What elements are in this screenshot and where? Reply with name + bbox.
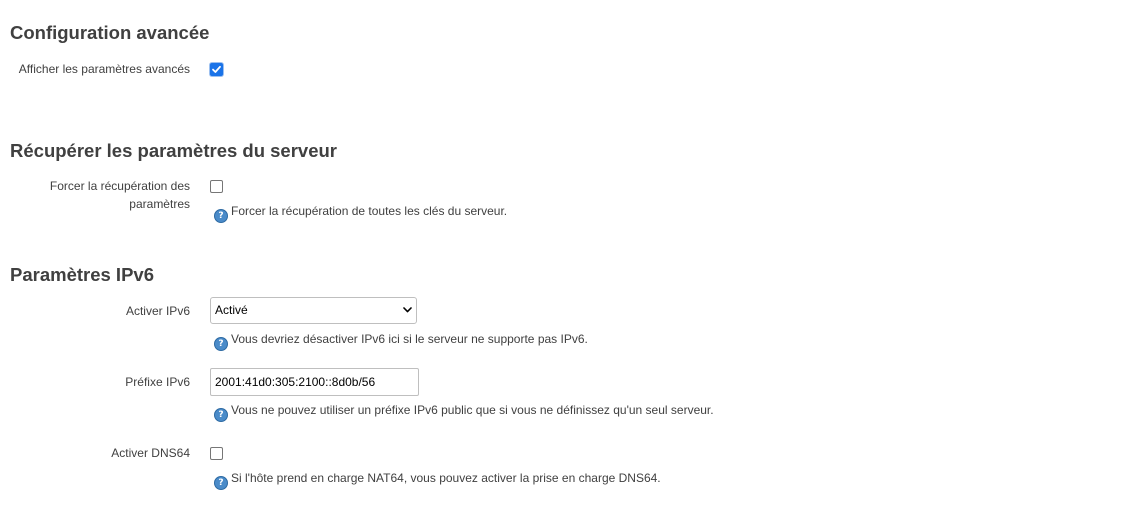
section-title-advanced: Configuration avancée [10,22,210,43]
enable-dns64-label: Activer DNS64 [111,446,190,460]
ipv6-prefix-help: ? Vous ne pouvez utiliser un préfixe IPv6… [214,402,714,422]
force-fetch-label: Forcer la récupération des paramètres [49,179,190,211]
enable-ipv6-select[interactable]: Activé [210,297,417,324]
help-icon: ? [214,209,228,223]
check-icon [212,65,221,73]
help-icon: ? [214,408,228,422]
force-fetch-help-text: Forcer la récupération de toutes les clé… [231,204,508,218]
enable-dns64-help-text: Si l'hôte prend en charge NAT64, vous po… [231,471,661,485]
chevron-down-icon [403,307,412,313]
help-icon: ? [214,337,228,351]
show-advanced-checkbox[interactable] [210,63,223,76]
ipv6-prefix-label: Préfixe IPv6 [125,375,190,389]
enable-ipv6-help: ? Vous devriez désactiver IPv6 ici si le … [214,331,588,351]
enable-dns64-checkbox[interactable] [210,447,223,460]
ipv6-prefix-input[interactable] [210,368,419,396]
section-title-server: Récupérer les paramètres du serveur [10,140,338,161]
show-advanced-label: Afficher les paramètres avancés [18,62,190,76]
help-icon: ? [214,476,228,490]
enable-ipv6-label: Activer IPv6 [125,304,190,318]
section-title-ipv6: Paramètres IPv6 [10,264,154,285]
enable-ipv6-selected: Activé [215,303,248,317]
force-fetch-checkbox[interactable] [210,180,223,193]
ipv6-prefix-help-text: Vous ne pouvez utiliser un préfixe IPv6 … [231,403,714,417]
enable-ipv6-help-text: Vous devriez désactiver IPv6 ici si le s… [231,332,588,346]
enable-dns64-help: ? Si l'hôte prend en charge NAT64, vous p… [214,470,661,490]
force-fetch-help: ? Forcer la récupération de toutes les cl… [214,203,507,223]
